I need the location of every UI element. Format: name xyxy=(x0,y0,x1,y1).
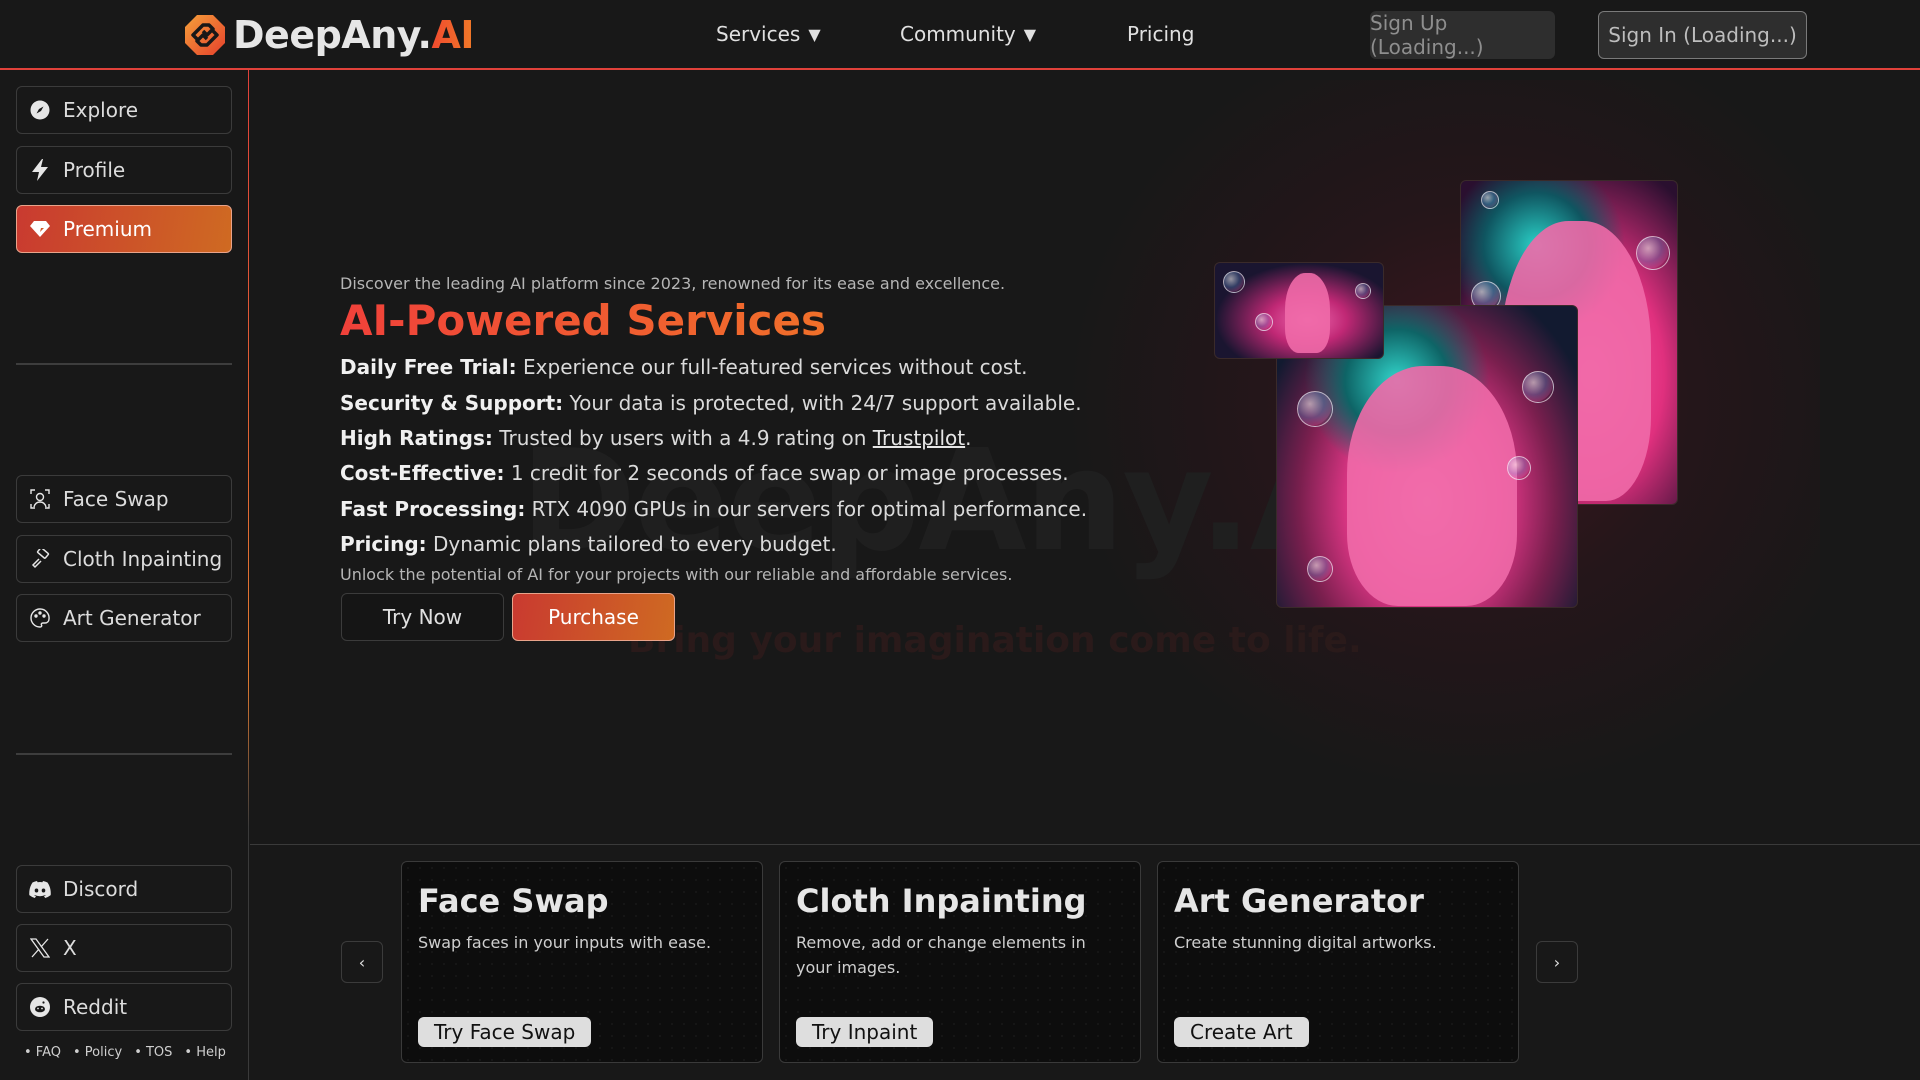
discord-icon xyxy=(29,878,51,900)
help-link[interactable]: • Help xyxy=(184,1045,225,1060)
nav-pricing-label: Pricing xyxy=(1127,22,1195,46)
sign-in-button[interactable]: Sign In (Loading...) xyxy=(1598,11,1807,59)
sidebar-footer-links: • FAQ • Policy • TOS • Help xyxy=(24,1045,226,1060)
sidebar-item-label: Reddit xyxy=(63,995,128,1019)
chevron-left-icon: ‹ xyxy=(358,952,366,972)
try-inpaint-button[interactable]: Try Inpaint xyxy=(796,1017,934,1047)
nav-services-label: Services xyxy=(716,22,801,46)
service-card-face-swap: Face Swap Swap faces in your inputs with… xyxy=(401,861,763,1063)
nav-community-label: Community xyxy=(900,22,1016,46)
service-card-description: Create stunning digital artworks. xyxy=(1174,933,1437,952)
sidebar-item-label: Premium xyxy=(63,217,152,241)
create-art-button[interactable]: Create Art xyxy=(1174,1017,1309,1047)
service-card-title: Art Generator xyxy=(1174,882,1424,920)
trustpilot-link[interactable]: Trustpilot xyxy=(873,426,965,450)
sidebar-item-label: Profile xyxy=(63,158,126,182)
tos-link[interactable]: • TOS xyxy=(134,1045,172,1060)
feature-security-support: Security & Support: Your data is protect… xyxy=(340,391,1082,415)
chevron-right-icon: › xyxy=(1553,952,1561,972)
sidebar-divider xyxy=(16,363,232,365)
hero-outro: Unlock the potential of AI for your proj… xyxy=(340,565,1013,584)
feature-pricing: Pricing: Dynamic plans tailored to every… xyxy=(340,532,837,556)
nav-pricing[interactable]: Pricing xyxy=(1127,0,1194,68)
try-now-button[interactable]: Try Now xyxy=(341,593,504,641)
lightning-icon xyxy=(29,159,51,181)
service-card-title: Cloth Inpainting xyxy=(796,882,1087,920)
sidebar-item-discord[interactable]: Discord xyxy=(16,865,232,913)
carousel-prev-button[interactable]: ‹ xyxy=(341,941,383,983)
sidebar-item-profile[interactable]: Profile xyxy=(16,146,232,194)
sidebar-item-label: Cloth Inpainting xyxy=(63,547,223,571)
feature-cost-effective: Cost-Effective: 1 credit for 2 seconds o… xyxy=(340,461,1069,485)
gem-icon xyxy=(29,218,51,240)
hero-tagline-watermark: Bring your imagination come to life. xyxy=(628,620,1362,661)
sidebar-item-label: Discord xyxy=(63,877,139,901)
chevron-down-icon: ▼ xyxy=(1023,24,1037,44)
sidebar-item-label: Face Swap xyxy=(63,487,169,511)
sidebar-item-label: Explore xyxy=(63,98,139,122)
brand-logo[interactable]: DeepAny.AI xyxy=(183,10,475,60)
sidebar-item-label: X xyxy=(63,936,77,960)
sidebar-item-explore[interactable]: Explore xyxy=(16,86,232,134)
purchase-button[interactable]: Purchase xyxy=(512,593,675,641)
service-card-description: Remove, add or change elements in your i… xyxy=(796,933,1086,977)
sidebar-item-face-swap[interactable]: Face Swap xyxy=(16,475,232,523)
sidebar-item-cloth-inpainting[interactable]: Cloth Inpainting xyxy=(16,535,232,583)
nav-services[interactable]: Services ▼ xyxy=(716,0,821,68)
reddit-icon xyxy=(29,996,51,1018)
feature-fast-processing: Fast Processing: RTX 4090 GPUs in our se… xyxy=(340,497,1088,521)
sign-up-button[interactable]: Sign Up (Loading...) xyxy=(1370,11,1555,59)
faq-link[interactable]: • FAQ xyxy=(24,1045,61,1060)
hero-intro: Discover the leading AI platform since 2… xyxy=(340,274,1006,293)
showcase-image-cat-landscape xyxy=(1214,262,1384,359)
feature-high-ratings: High Ratings: Trusted by users with a 4.… xyxy=(340,426,972,450)
carousel-next-button[interactable]: › xyxy=(1536,941,1578,983)
compass-icon xyxy=(29,99,51,121)
top-header: DeepAny.AI Services ▼ Community ▼ Pricin… xyxy=(0,0,1920,70)
palette-icon xyxy=(29,607,51,629)
service-card-description: Swap faces in your inputs with ease. xyxy=(418,933,712,952)
logo-icon xyxy=(185,15,225,55)
policy-link[interactable]: • Policy xyxy=(73,1045,122,1060)
service-card-cloth-inpainting: Cloth Inpainting Remove, add or change e… xyxy=(779,861,1141,1063)
paint-roller-icon xyxy=(29,548,51,570)
brand-name: DeepAny.AI xyxy=(233,13,475,57)
service-card-art-generator: Art Generator Create stunning digital ar… xyxy=(1157,861,1519,1063)
chevron-down-icon: ▼ xyxy=(808,24,821,44)
service-card-title: Face Swap xyxy=(418,882,609,920)
sidebar-item-label: Art Generator xyxy=(63,606,201,630)
nav-community[interactable]: Community ▼ xyxy=(900,0,1036,68)
sidebar-item-art-generator[interactable]: Art Generator xyxy=(16,594,232,642)
sidebar-item-reddit[interactable]: Reddit xyxy=(16,983,232,1031)
sidebar-divider xyxy=(16,753,232,755)
x-logo-icon xyxy=(29,937,51,959)
sidebar-item-premium[interactable]: Premium xyxy=(16,205,232,253)
face-scan-icon xyxy=(29,488,51,510)
hero-title: AI-Powered Services xyxy=(340,296,826,345)
sidebar-item-x[interactable]: X xyxy=(16,924,232,972)
try-face-swap-button[interactable]: Try Face Swap xyxy=(418,1017,592,1047)
feature-daily-free-trial: Daily Free Trial: Experience our full-fe… xyxy=(340,355,1028,379)
